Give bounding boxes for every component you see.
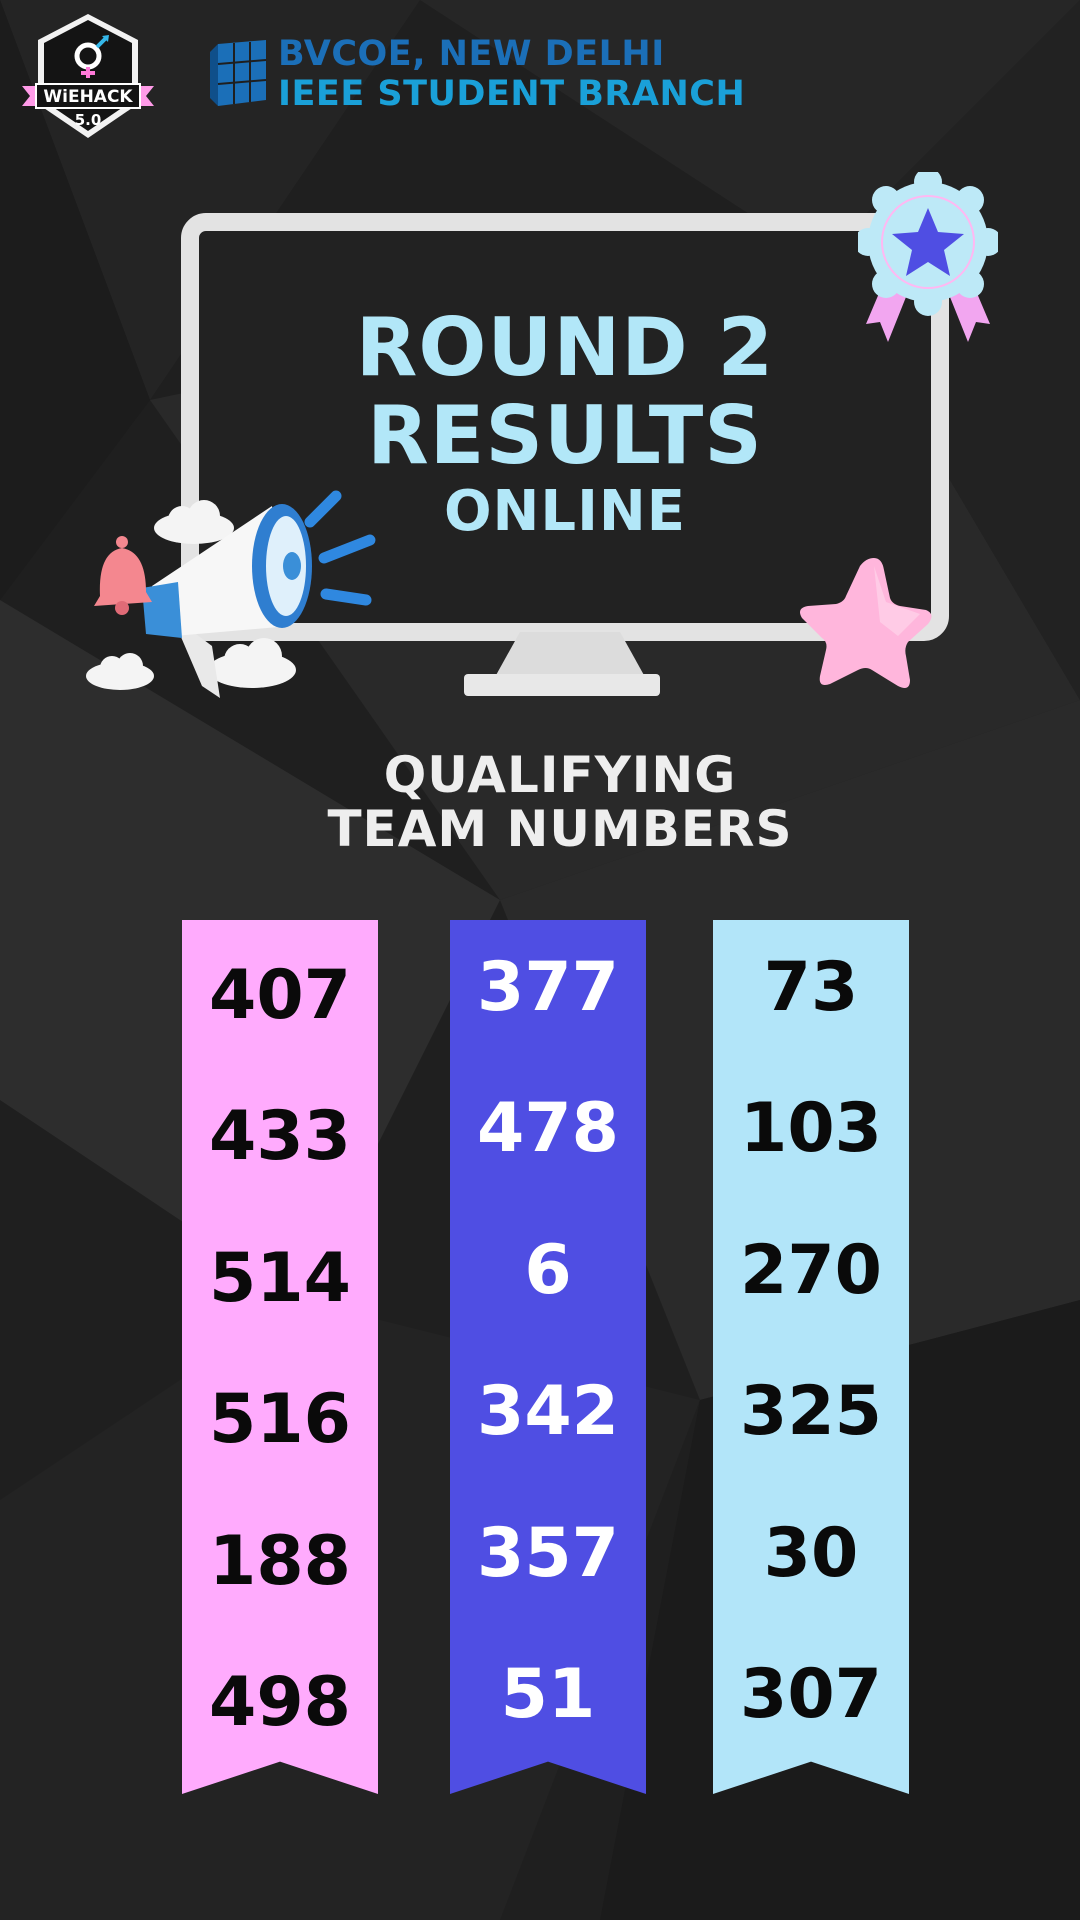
ieee-cube-icon bbox=[210, 40, 267, 106]
award-ribbon-icon bbox=[858, 172, 998, 342]
team-column-pink: 407 433 514 516 188 498 bbox=[182, 920, 378, 1794]
team-number: 377 bbox=[477, 948, 619, 1027]
subheading-qualifying: QUALIFYING bbox=[383, 746, 737, 804]
team-column-blue: 377 478 6 342 357 51 bbox=[450, 920, 646, 1794]
team-number: 325 bbox=[740, 1372, 882, 1451]
team-number: 6 bbox=[524, 1231, 572, 1310]
team-number: 103 bbox=[740, 1089, 882, 1168]
team-number: 30 bbox=[763, 1514, 859, 1593]
headline-round: ROUND 2 bbox=[355, 301, 775, 394]
headline-results: RESULTS bbox=[367, 389, 763, 482]
team-number: 342 bbox=[477, 1372, 619, 1451]
team-number: 478 bbox=[477, 1089, 619, 1168]
team-number: 270 bbox=[740, 1231, 882, 1310]
team-column-cyan: 73 103 270 325 30 307 bbox=[713, 920, 909, 1794]
badge-version-text: 5.0 bbox=[75, 111, 102, 129]
team-number: 73 bbox=[763, 948, 859, 1027]
org-name-line1: BVCOE, NEW DELHI bbox=[278, 34, 665, 74]
badge-name-text: WiEHACK bbox=[43, 87, 133, 107]
org-name-line2: IEEE STUDENT BRANCH bbox=[278, 74, 746, 114]
team-number: 433 bbox=[209, 1097, 351, 1176]
wiehack-logo: WiEHACK 5.0 bbox=[22, 14, 154, 138]
team-number: 516 bbox=[209, 1380, 351, 1459]
subheading-team-numbers: TEAM NUMBERS bbox=[327, 800, 793, 858]
team-number: 357 bbox=[477, 1514, 619, 1593]
team-number: 498 bbox=[209, 1663, 351, 1742]
team-number: 188 bbox=[209, 1522, 351, 1601]
megaphone-icon bbox=[86, 490, 376, 698]
team-number: 514 bbox=[209, 1239, 351, 1318]
star-icon bbox=[800, 558, 932, 688]
team-number: 407 bbox=[209, 956, 351, 1035]
team-number: 51 bbox=[500, 1655, 596, 1734]
team-number: 307 bbox=[740, 1655, 882, 1734]
